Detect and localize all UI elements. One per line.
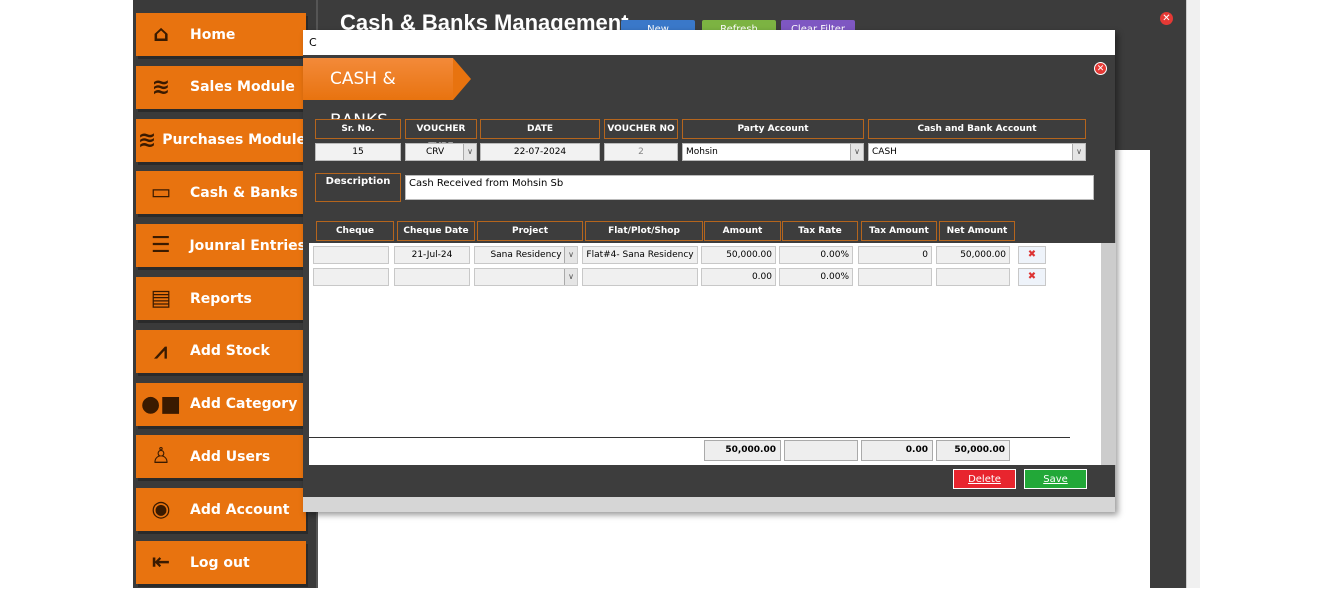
user-icon: ♙ — [151, 444, 171, 470]
chevron-down-icon[interactable]: ∨ — [463, 144, 476, 160]
sidebar-item-cash-banks[interactable]: ▭ Cash & Banks — [136, 171, 306, 215]
vertical-scrollbar[interactable] — [1186, 0, 1200, 588]
description-input[interactable]: Cash Received from Mohsin Sb — [405, 175, 1094, 200]
cash-bank-account-select[interactable]: CASH ∨ — [868, 143, 1086, 161]
cash-bank-account-value: CASH — [872, 147, 897, 157]
grid-cell[interactable]: 50,000.00 — [701, 246, 776, 264]
grid-scrollbar[interactable] — [1101, 243, 1116, 465]
column-header: Amount — [704, 221, 781, 241]
sidebar-item-label: Cash & Banks — [190, 184, 298, 201]
chevron-down-icon[interactable]: ∨ — [564, 247, 577, 263]
chevron-down-icon[interactable]: ∨ — [564, 269, 577, 285]
grid-cell[interactable]: 0.00 — [701, 268, 776, 286]
sidebar-item-jounral-entries[interactable]: ☰ Jounral Entries — [136, 224, 306, 268]
column-header: Net Amount — [939, 221, 1015, 241]
cash-bank-account-label: Cash and Bank Account — [868, 119, 1086, 139]
column-header: Cheque Number — [316, 221, 394, 254]
sidebar-item-home[interactable]: ⌂ Home — [136, 13, 306, 56]
chevron-down-icon[interactable]: ∨ — [850, 144, 863, 160]
grid-cell[interactable]: 50,000.00 — [936, 246, 1010, 264]
house-icon: ⌂ — [153, 22, 169, 47]
sidebar-item-add-category[interactable]: ●■ Add Category — [136, 382, 306, 426]
chart-icon: ⩘ — [154, 338, 168, 364]
sidebar-item-label: Home — [190, 26, 236, 43]
column-header: Tax Amount — [861, 221, 937, 241]
sr-no-field[interactable]: 15 — [315, 143, 401, 161]
sidebar-item-log-out[interactable]: ⇤ Log out — [136, 541, 306, 584]
date-label: DATE — [480, 119, 600, 139]
party-account-value: Mohsin — [686, 147, 718, 157]
sidebar-item-add-account[interactable]: ◉ Add Account — [136, 488, 306, 532]
total-net-amount: 50,000.00 — [936, 440, 1010, 461]
account-icon: ◉ — [151, 497, 171, 523]
description-label: Description — [315, 173, 401, 202]
delete-row-icon[interactable]: ✖ — [1018, 246, 1046, 264]
sidebar-item-label: Add Account — [190, 501, 290, 518]
grid-cell[interactable] — [936, 268, 1010, 286]
save-button[interactable]: Save — [1024, 469, 1087, 489]
shapes-icon: ●■ — [141, 391, 181, 417]
grid-cell[interactable]: 0.00% — [779, 268, 853, 286]
voucher-type-value: CRV — [426, 147, 445, 157]
list-icon: ☰ — [150, 233, 171, 259]
side-panel — [1150, 150, 1185, 588]
grid-cell[interactable] — [394, 268, 470, 286]
sr-no-label: Sr. No. — [315, 119, 401, 139]
party-account-label: Party Account — [682, 119, 864, 139]
sidebar-item-label: Purchases Module — [162, 132, 306, 149]
column-header: Flat/Plot/Shop — [585, 221, 703, 241]
chevron-down-icon[interactable]: ∨ — [1072, 144, 1085, 160]
grid-cell[interactable] — [858, 268, 932, 286]
voucher-type-select[interactable]: CRV ∨ — [405, 143, 477, 161]
project-value: Sana Residency — [490, 250, 562, 260]
voucher-type-label: VOUCHER TYPE — [405, 119, 477, 152]
grid-cell[interactable]: Sana Residency ∨ — [474, 246, 578, 264]
total-tax-amount: 0.00 — [861, 440, 933, 461]
sidebar-item-add-stock[interactable]: ⩘ Add Stock — [136, 329, 306, 373]
sidebar-item-purchases-module[interactable]: ≋ Purchases Module — [136, 118, 306, 162]
cash-banks-dialog: C CASH & BANKS ✕ Sr. No. VOUCHER TYPE DA… — [303, 30, 1116, 512]
sidebar-item-label: Reports — [190, 290, 252, 307]
dialog-title: C — [303, 30, 1115, 55]
coins-icon: ≋ — [137, 127, 157, 153]
close-icon[interactable]: ✕ — [1094, 62, 1107, 75]
column-header: Project — [477, 221, 583, 241]
grid-cell[interactable]: ∨ — [474, 268, 578, 286]
close-icon[interactable]: ✕ — [1160, 12, 1173, 25]
grid-cell[interactable] — [313, 268, 389, 286]
grid-cell[interactable]: Flat#4- Sana Residency — [582, 246, 698, 264]
sidebar-item-label: Jounral Entries — [189, 237, 306, 254]
sidebar-item-label: Log out — [190, 554, 250, 571]
sidebar-item-label: Add Users — [190, 448, 271, 465]
sidebar-item-reports[interactable]: ▤ Reports — [136, 277, 306, 320]
party-account-select[interactable]: Mohsin ∨ — [682, 143, 864, 161]
total-tax-rate — [784, 440, 858, 461]
grid-cell[interactable] — [582, 268, 698, 286]
report-icon: ▤ — [150, 286, 172, 311]
sidebar-item-label: Add Stock — [190, 343, 270, 360]
totals-divider — [309, 437, 1070, 438]
date-field[interactable]: 22-07-2024 — [480, 143, 600, 161]
grid-cell[interactable]: 0.00% — [779, 246, 853, 264]
money-icon: ▭ — [150, 180, 172, 206]
coins-icon: ≋ — [151, 74, 171, 100]
grid-cell[interactable]: 21-Jul-24 — [394, 246, 470, 264]
delete-row-icon[interactable]: ✖ — [1018, 268, 1046, 286]
sidebar-item-label: Add Category — [190, 396, 298, 413]
sidebar-item-sales-module[interactable]: ≋ Sales Module — [136, 65, 306, 109]
dialog-banner: CASH & BANKS — [303, 58, 471, 131]
grid-cell[interactable] — [313, 246, 389, 264]
logout-icon: ⇤ — [151, 550, 171, 575]
total-amount: 50,000.00 — [704, 440, 781, 461]
sidebar-item-add-users[interactable]: ♙ Add Users — [136, 435, 306, 479]
grid-cell[interactable]: 0 — [858, 246, 932, 264]
voucher-no-field: 2 — [604, 143, 678, 161]
voucher-no-label: VOUCHER NO — [604, 119, 678, 139]
column-header: Tax Rate — [782, 221, 858, 241]
column-header: Cheque Date — [397, 221, 475, 241]
delete-button[interactable]: Delete — [953, 469, 1016, 489]
sidebar-item-label: Sales Module — [190, 79, 295, 96]
dialog-footer — [303, 497, 1115, 512]
bottom-strip — [133, 588, 1200, 600]
